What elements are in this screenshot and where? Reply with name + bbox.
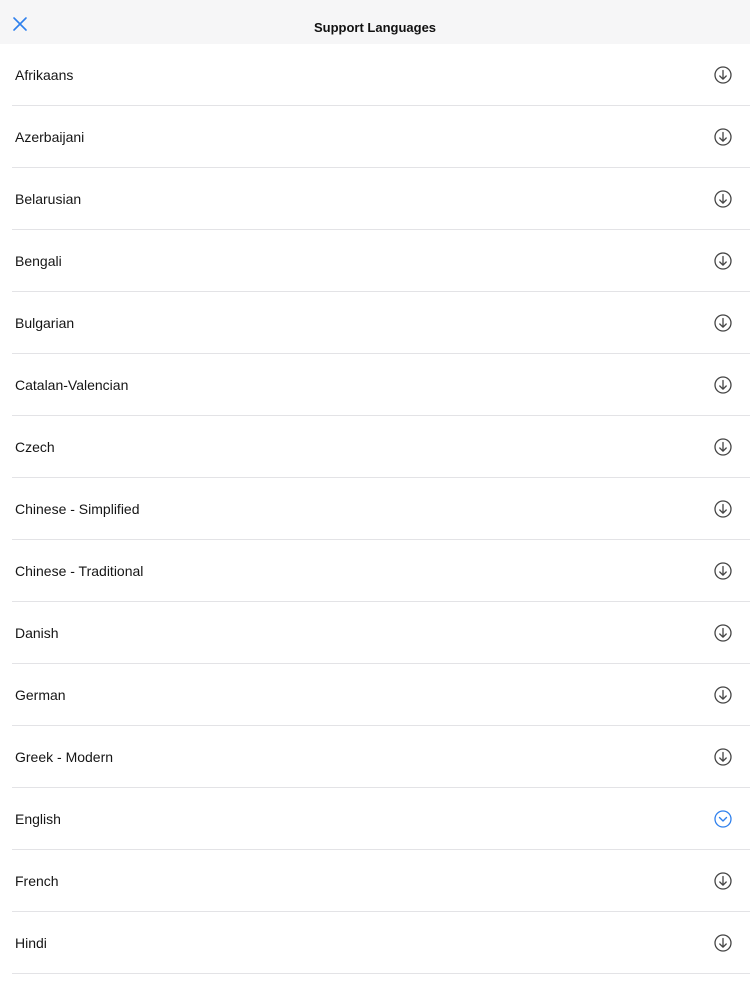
language-row[interactable]: Azerbaijani xyxy=(0,106,750,168)
download-circle-icon[interactable] xyxy=(713,375,733,395)
download-circle-icon[interactable] xyxy=(713,313,733,333)
download-circle-icon[interactable] xyxy=(713,189,733,209)
download-circle-icon[interactable] xyxy=(713,499,733,519)
nav-header: Support Languages xyxy=(0,0,750,44)
close-icon xyxy=(13,17,27,31)
language-label: Chinese - Traditional xyxy=(15,563,144,579)
download-circle-icon[interactable] xyxy=(713,871,733,891)
language-row[interactable]: Belarusian xyxy=(0,168,750,230)
language-row[interactable]: German xyxy=(0,664,750,726)
language-row[interactable]: French xyxy=(0,850,750,912)
page-title: Support Languages xyxy=(313,20,437,35)
language-row[interactable]: Bulgarian xyxy=(0,292,750,354)
language-row[interactable]: Greek - Modern xyxy=(0,726,750,788)
language-row[interactable]: English xyxy=(0,788,750,850)
download-circle-icon[interactable] xyxy=(713,437,733,457)
language-label: English xyxy=(15,811,61,827)
language-label: German xyxy=(15,687,66,703)
language-row[interactable]: Afrikaans xyxy=(0,44,750,106)
language-row[interactable]: Chinese - Traditional xyxy=(0,540,750,602)
language-label: Hindi xyxy=(15,935,47,951)
download-circle-icon[interactable] xyxy=(713,747,733,767)
language-label: Catalan-Valencian xyxy=(15,377,129,393)
download-circle-icon[interactable] xyxy=(713,623,733,643)
download-circle-icon[interactable] xyxy=(713,127,733,147)
language-label: Greek - Modern xyxy=(15,749,114,765)
language-label: Danish xyxy=(15,625,59,641)
language-label: Bengali xyxy=(15,253,62,269)
language-label: Afrikaans xyxy=(15,67,74,83)
download-circle-icon[interactable] xyxy=(713,251,733,271)
language-row[interactable]: Catalan-Valencian xyxy=(0,354,750,416)
language-label: Azerbaijani xyxy=(15,129,85,145)
language-row[interactable]: Chinese - Simplified xyxy=(0,478,750,540)
downloaded-check-icon[interactable] xyxy=(713,809,733,829)
language-label: Chinese - Simplified xyxy=(15,501,140,517)
download-circle-icon[interactable] xyxy=(713,561,733,581)
download-circle-icon[interactable] xyxy=(713,933,733,953)
download-circle-icon[interactable] xyxy=(713,685,733,705)
language-row[interactable]: Bengali xyxy=(0,230,750,292)
language-label: Bulgarian xyxy=(15,315,75,331)
language-label: Belarusian xyxy=(15,191,82,207)
download-circle-icon[interactable] xyxy=(713,65,733,85)
language-label: Czech xyxy=(15,439,55,455)
language-row[interactable]: Czech xyxy=(0,416,750,478)
close-button[interactable] xyxy=(8,12,32,36)
language-row[interactable]: Hindi xyxy=(0,912,750,974)
language-row[interactable]: Danish xyxy=(0,602,750,664)
language-list: Afrikaans Azerbaijani Belarusian Bengali Bul… xyxy=(0,44,750,974)
language-label: French xyxy=(15,873,59,889)
